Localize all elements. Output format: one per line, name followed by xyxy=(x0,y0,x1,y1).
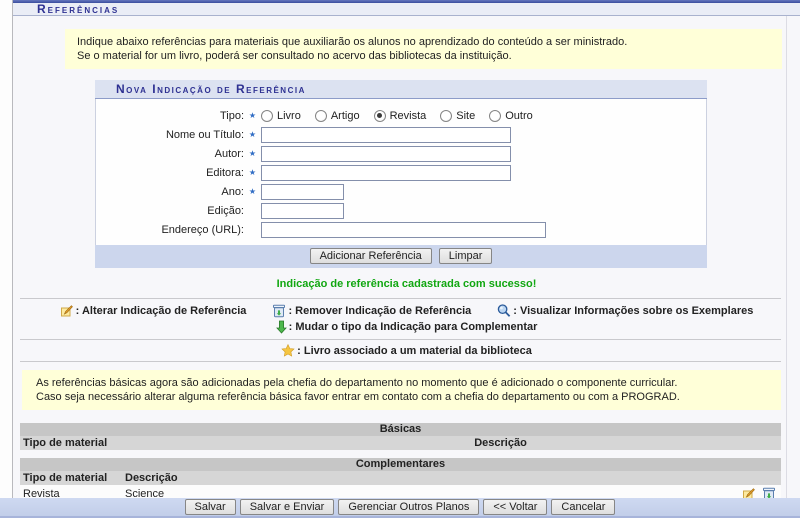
complementares-header-row: Tipo de material Descrição xyxy=(20,471,781,485)
clear-button[interactable]: Limpar xyxy=(438,248,493,264)
legend-view: Visualizar Informações sobre os Exemplar… xyxy=(497,304,753,318)
form-row-ano: Ano: ★ xyxy=(96,182,706,201)
footer-action-bar: Salvar Salvar e Enviar Gerenciar Outros … xyxy=(0,498,800,518)
manage-other-plans-button[interactable]: Gerenciar Outros Planos xyxy=(338,499,480,515)
radio-icon[interactable] xyxy=(314,109,327,122)
legend-alter-label: Alterar Indicação de Referência xyxy=(76,305,246,317)
notice-info-box: As referências básicas agora são adicion… xyxy=(22,370,781,410)
edit-icon xyxy=(60,304,74,318)
radio-icon[interactable] xyxy=(261,109,273,122)
form-row-edicao: Edição: xyxy=(96,201,706,220)
radio-label: Livro xyxy=(277,109,301,122)
references-tables: Básicas Tipo de material Descrição Compl… xyxy=(20,423,781,505)
save-button[interactable]: Salvar xyxy=(184,499,236,515)
notice-line-1: As referências básicas agora são adicion… xyxy=(36,377,678,389)
ano-input[interactable] xyxy=(261,183,344,200)
down-arrow-icon xyxy=(275,320,287,334)
legend-star: Livro associado a um material da bibliot… xyxy=(281,344,532,357)
radio-tipo-revista[interactable]: Revista xyxy=(373,109,427,122)
intro-info-box: Indique abaixo referências para materiai… xyxy=(65,29,782,69)
autor-label: Autor: xyxy=(214,147,244,160)
references-panel: Referências Indique abaixo referências p… xyxy=(12,0,800,505)
new-reference-form: Nova Indicação de Referência Tipo: ★ Liv… xyxy=(95,80,707,268)
back-button[interactable]: << Voltar xyxy=(483,499,548,515)
nome-label: Nome ou Título: xyxy=(165,128,244,141)
form-row-autor: Autor: ★ xyxy=(96,144,706,163)
tipo-label: Tipo: xyxy=(219,109,244,122)
panel-right-border xyxy=(786,16,787,498)
radio-label: Revista xyxy=(389,109,427,122)
radio-icon[interactable] xyxy=(440,109,453,122)
radio-icon[interactable] xyxy=(489,109,502,122)
table-gap xyxy=(20,450,781,458)
edicao-label: Edição: xyxy=(207,204,244,217)
basicas-header-row: Tipo de material Descrição xyxy=(20,436,781,450)
divider xyxy=(20,361,781,362)
form-title: Nova Indicação de Referência xyxy=(95,80,707,99)
required-star-icon: ★ xyxy=(248,129,257,139)
star-icon xyxy=(281,344,295,357)
legend-row-1: Alterar Indicação de Referência Remover … xyxy=(13,299,800,319)
required-star-icon: ★ xyxy=(248,148,257,158)
col-tipo-material: Tipo de material xyxy=(23,472,108,484)
url-input[interactable] xyxy=(261,221,546,238)
required-star-icon: ★ xyxy=(248,110,257,120)
trash-icon xyxy=(272,304,286,318)
cancel-button[interactable]: Cancelar xyxy=(551,499,616,515)
form-body: Tipo: ★ Livro Artigo Revista Site Outro … xyxy=(95,99,707,245)
col-descricao: Descrição xyxy=(125,472,178,484)
col-descricao: Descrição xyxy=(474,437,527,449)
legend-remove: Remover Indicação de Referência xyxy=(272,304,471,318)
intro-line-1: Indique abaixo referências para materiai… xyxy=(77,36,628,48)
magnifier-icon xyxy=(497,304,511,318)
editora-input[interactable] xyxy=(261,164,511,181)
success-message: Indicação de referência cadastrada com s… xyxy=(276,278,537,290)
url-label: Endereço (URL): xyxy=(161,223,244,236)
page-header: Referências xyxy=(13,2,800,16)
legend-alter: Alterar Indicação de Referência xyxy=(60,304,246,318)
intro-line-2: Se o material for um livro, poderá ser c… xyxy=(77,50,512,62)
basicas-title: Básicas xyxy=(20,423,781,436)
col-tipo-material: Tipo de material xyxy=(23,437,108,449)
legend-row-star: Livro associado a um material da bibliot… xyxy=(13,340,800,361)
radio-tipo-artigo[interactable]: Artigo xyxy=(314,109,360,122)
radio-tipo-outro[interactable]: Outro xyxy=(489,109,533,122)
radio-label: Site xyxy=(456,109,476,122)
radio-tipo-site[interactable]: Site xyxy=(440,109,476,122)
radio-label: Outro xyxy=(505,109,533,122)
form-footer: Adicionar Referência Limpar xyxy=(95,245,707,268)
ano-label: Ano: xyxy=(221,185,244,198)
radio-label: Artigo xyxy=(330,109,360,122)
required-star-icon: ★ xyxy=(248,167,257,177)
legend-row-2: Mudar o tipo da Indicação para Complemen… xyxy=(13,319,800,339)
notice-line-2: Caso seja necessário alterar alguma refe… xyxy=(36,391,680,403)
legend-star-label: Livro associado a um material da bibliot… xyxy=(297,345,532,357)
basicas-table: Básicas Tipo de material Descrição xyxy=(20,423,781,450)
form-row-editora: Editora: ★ xyxy=(96,163,706,182)
legend-remove-label: Remover Indicação de Referência xyxy=(288,305,471,317)
edicao-input[interactable] xyxy=(261,202,344,219)
editora-label: Editora: xyxy=(206,166,244,179)
form-row-url: Endereço (URL): xyxy=(96,220,706,239)
legend-change-type-label: Mudar o tipo da Indicação para Complemen… xyxy=(289,321,537,333)
save-and-send-button[interactable]: Salvar e Enviar xyxy=(239,499,335,515)
add-reference-button[interactable]: Adicionar Referência xyxy=(309,248,432,264)
form-row-tipo: Tipo: ★ Livro Artigo Revista Site Outro xyxy=(96,106,706,125)
radio-tipo-livro[interactable]: Livro xyxy=(261,109,301,122)
form-row-nome: Nome ou Título: ★ xyxy=(96,125,706,144)
autor-input[interactable] xyxy=(261,145,511,162)
complementares-title: Complementares xyxy=(20,458,781,471)
legend-change-type: Mudar o tipo da Indicação para Complemen… xyxy=(275,320,537,334)
page-title: Referências xyxy=(37,2,120,16)
tipo-radio-group: Livro Artigo Revista Site Outro xyxy=(261,109,533,122)
nome-input[interactable] xyxy=(261,126,511,143)
required-star-icon: ★ xyxy=(248,186,257,196)
legend-view-label: Visualizar Informações sobre os Exemplar… xyxy=(513,305,753,317)
radio-icon[interactable] xyxy=(373,109,386,122)
